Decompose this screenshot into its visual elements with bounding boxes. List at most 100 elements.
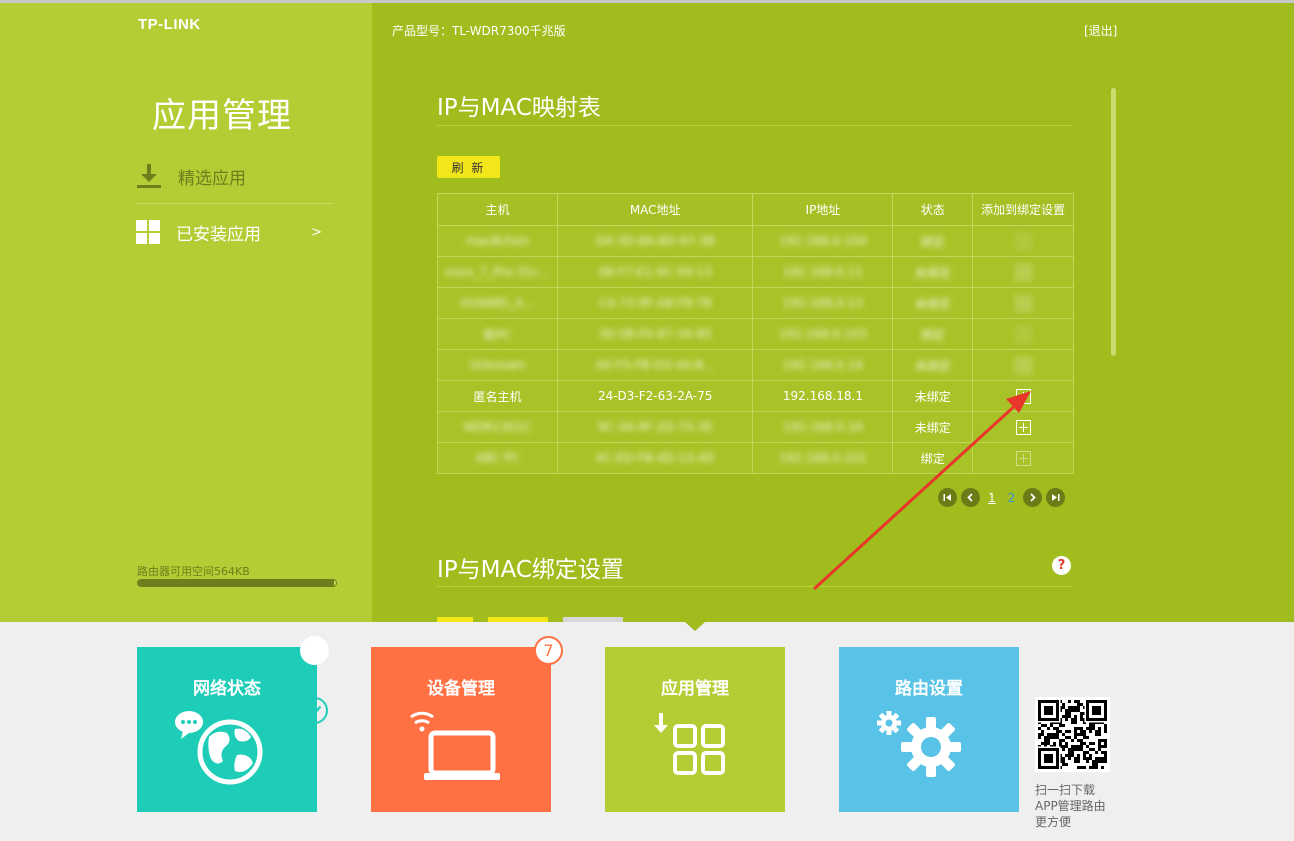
mac-cell: 24-D3-F2-63-2A-75 <box>556 380 754 412</box>
first-page-button[interactable] <box>938 488 957 507</box>
status-cell-text: 未绑定 <box>914 265 951 280</box>
check-icon <box>301 697 328 724</box>
mac-cell: 9C-3A-9F-2D-75-3E <box>556 411 754 443</box>
tile-label: 网络状态 <box>193 679 261 699</box>
table-row: 新PC 30-5B-F6-87-34-85 192.168.0.103 绑定 <box>437 318 1074 350</box>
tile-label: 路由设置 <box>895 679 963 699</box>
add-to-binding-icon[interactable] <box>1015 419 1031 435</box>
add-binding-cell <box>972 256 1074 288</box>
qr-caption: 扫一扫下载 APP管理路由 更方便 <box>1035 782 1125 830</box>
add-binding-cell <box>972 380 1074 412</box>
add-to-binding-icon[interactable] <box>1015 295 1031 311</box>
column-header-mac: MAC地址 <box>556 193 754 226</box>
host-cell-text: ABC PC <box>475 451 520 465</box>
host-cell: macBchen <box>437 225 558 257</box>
table-row: 匿名主机 24-D3-F2-63-2A-75 192.168.18.1 未绑定 <box>437 380 1074 412</box>
table-row: macBchen D4-3D-8A-8D-97-3B 192.168.0.104 绑定 <box>437 225 1074 257</box>
logout-link[interactable]: [退出] <box>1084 22 1117 39</box>
host-cell-text: 匿名主机 <box>473 389 522 404</box>
brand-logo: TP-LINK <box>138 16 201 33</box>
gear-icon <box>877 711 961 777</box>
page-number-2[interactable]: 2 <box>1008 491 1016 505</box>
ip-cell-text: 192.168.0.101 <box>779 451 867 465</box>
host-cell-text: WDR1301C <box>463 420 532 434</box>
status-cell-text: 未绑定 <box>914 358 951 373</box>
status-cell: 未绑定 <box>892 411 974 443</box>
ip-cell: 192.168.0.104 <box>752 225 894 257</box>
refresh-button[interactable]: 刷 新 <box>437 156 500 178</box>
ip-cell-text: 192.168.0.16 <box>782 420 863 434</box>
tile-app-management[interactable]: 应用管理 <box>605 647 785 812</box>
first-page-icon <box>943 494 951 501</box>
table-row: ABC PC 4C-ED-FB-4D-13-4D 192.168.0.101 绑定 <box>437 442 1074 474</box>
host-cell-text: 新PC <box>483 327 512 342</box>
host-cell-text: macBchen <box>465 234 529 248</box>
status-cell: 未绑定 <box>892 287 974 319</box>
add-to-binding-icon[interactable] <box>1015 388 1031 404</box>
mac-cell: 4C-ED-FB-4D-13-4D <box>556 442 754 474</box>
ip-cell-text: 192.168.0.13 <box>782 296 863 310</box>
host-cell: 新PC <box>437 318 558 350</box>
ip-cell-text: 192.168.0.14 <box>782 358 863 372</box>
last-page-button[interactable] <box>1046 488 1066 507</box>
product-model: 产品型号：TL-WDR7300千兆版 <box>392 24 566 38</box>
qr-code <box>1035 697 1110 772</box>
add-to-binding-icon[interactable] <box>1015 264 1031 280</box>
status-cell-text: 绑定 <box>920 451 945 466</box>
tile-label: 应用管理 <box>661 679 729 699</box>
mac-cell-text: 08-F7-E1-0C-59-13 <box>598 265 712 279</box>
prev-page-button[interactable] <box>961 488 980 507</box>
column-header-status: 状态 <box>892 193 974 226</box>
apps-download-icon <box>654 713 725 775</box>
last-page-icon <box>1052 494 1060 501</box>
binding-button-stub[interactable] <box>488 617 548 622</box>
mac-cell-text: 9C-3A-9F-2D-75-3E <box>597 420 713 434</box>
binding-button-stub[interactable] <box>437 617 473 622</box>
add-binding-cell <box>972 225 1074 257</box>
status-cell-text: 绑定 <box>920 327 945 342</box>
table-row: Unknown AE-F5-FB-D3-4A-B... 192.168.0.14 未绑… <box>437 349 1074 381</box>
chevron-left-icon <box>967 493 973 502</box>
mac-cell: C4-73-9F-A8-F8-78 <box>556 287 754 319</box>
grid-icon <box>136 220 160 244</box>
tile-network-status[interactable]: 网络状态 <box>137 636 329 812</box>
ip-mac-mapping-table: 主机 MAC地址 IP地址 状态 添加到绑定设置 macBchen D4-3D-8… <box>437 193 1074 474</box>
add-to-binding-icon <box>1015 326 1031 342</box>
laptop-wifi-icon <box>410 711 500 780</box>
tile-router-settings[interactable]: 路由设置 <box>839 647 1019 812</box>
sidebar-item-installed-apps[interactable]: 已安装应用 > <box>136 206 334 258</box>
binding-section-title: IP与MAC绑定设置 <box>437 557 624 583</box>
table-row: HUAWEI_A... C4-73-9F-A8-F8-78 192.168.0.13… <box>437 287 1074 319</box>
next-page-button[interactable] <box>1023 488 1043 507</box>
mac-cell-text: C4-73-9F-A8-F8-78 <box>598 296 712 310</box>
binding-button-stub[interactable] <box>563 617 623 622</box>
qr-caption-line: APP管理路由 <box>1035 799 1106 813</box>
tile-device-management[interactable]: 设备管理 7 <box>371 636 563 812</box>
sidebar-item-featured-apps[interactable]: 精选应用 <box>136 150 334 202</box>
sidebar-item-label: 已安装应用 <box>176 224 261 245</box>
sidebar-divider <box>136 203 334 204</box>
ip-cell: 192.168.18.1 <box>752 380 894 412</box>
ip-cell: 192.168.0.103 <box>752 318 894 350</box>
status-cell-text: 未绑定 <box>914 420 951 435</box>
table-row: WDR1301C 9C-3A-9F-2D-75-3E 192.168.0.16 未绑定 <box>437 411 1074 443</box>
ip-cell-text: 192.168.0.104 <box>779 234 867 248</box>
add-binding-cell <box>972 442 1074 474</box>
mac-cell-text: D4-3D-8A-8D-97-3B <box>595 234 715 248</box>
help-icon[interactable]: ? <box>1052 556 1071 575</box>
section-divider <box>437 586 1073 587</box>
host-cell: xxxx_7_Pro-31c... <box>437 256 558 288</box>
mac-cell-text: 30-5B-F6-87-34-85 <box>598 327 712 341</box>
host-cell-text: Unknown <box>469 358 526 372</box>
scrollbar-thumb[interactable] <box>1111 88 1116 356</box>
qr-caption-line: 扫一扫下载 <box>1035 783 1096 797</box>
ip-cell: 192.168.0.16 <box>752 411 894 443</box>
mapping-section-title: IP与MAC映射表 <box>437 95 601 121</box>
chevron-right-icon <box>1030 493 1037 502</box>
host-cell-text: HUAWEI_A... <box>460 296 535 310</box>
mac-cell: D4-3D-8A-8D-97-3B <box>556 225 754 257</box>
page-number-1[interactable]: 1 <box>988 491 996 505</box>
mac-cell-text: 24-D3-F2-63-2A-75 <box>597 389 713 403</box>
status-cell: 未绑定 <box>892 349 974 381</box>
add-to-binding-icon[interactable] <box>1015 357 1031 373</box>
